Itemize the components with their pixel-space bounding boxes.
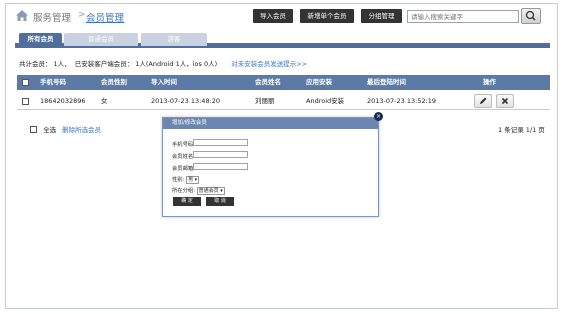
group-label: 所在分组: bbox=[172, 188, 195, 194]
column-header: 导入时间 bbox=[151, 78, 177, 86]
select-all-label[interactable]: 全选 bbox=[43, 126, 56, 134]
cell-name: 刘丽丽 bbox=[255, 97, 275, 105]
installed-value: 1人(Android 1人，ios 0人) bbox=[135, 60, 218, 68]
select-all-header-checkbox[interactable] bbox=[22, 79, 29, 86]
close-icon: × bbox=[375, 113, 382, 120]
column-header: 最后登陆时间 bbox=[367, 78, 406, 86]
search-icon bbox=[525, 10, 536, 21]
select-all-checkbox[interactable] bbox=[30, 126, 37, 133]
gender-row: 性别: 男 ▾ bbox=[172, 175, 200, 184]
column-header: 会员性别 bbox=[101, 78, 127, 86]
member-summary: 共计会员： 1人， 已安装客户端会员： 1人(Android 1人，ios 0人) … bbox=[19, 58, 309, 68]
group-select[interactable]: 普通会员 ▾ bbox=[196, 187, 225, 195]
search-button[interactable] bbox=[521, 8, 541, 24]
group-row: 所在分组: 普通会员 ▾ bbox=[172, 186, 225, 195]
gender-label: 性别: bbox=[172, 177, 185, 183]
breadcrumb-root[interactable]: 服务管理 bbox=[33, 10, 71, 24]
name-field[interactable] bbox=[193, 151, 248, 158]
table-row: 18642032896 女 2013-07-23 13:48:20 刘丽丽 An… bbox=[17, 92, 550, 110]
phone-label: 手机号码: bbox=[172, 142, 195, 148]
search-input[interactable] bbox=[407, 10, 519, 23]
total-label: 共计会员： bbox=[19, 60, 52, 68]
email-field[interactable] bbox=[193, 163, 248, 170]
total-value: 1人， bbox=[53, 60, 71, 68]
import-members-button[interactable]: 导入会员 bbox=[253, 9, 293, 23]
tab-guests[interactable]: 游客 bbox=[141, 33, 207, 46]
pagination-info: 1 条记录 1/1 页 bbox=[498, 126, 545, 134]
breadcrumb-current[interactable]: 会员管理 bbox=[86, 10, 124, 24]
column-header: 操作 bbox=[483, 78, 496, 86]
send-reminder-link[interactable]: 对未安装会员发送提示>> bbox=[231, 60, 307, 68]
cancel-button[interactable]: 取 消 bbox=[206, 197, 234, 206]
table-footer-actions: 全选 删除所选会员 bbox=[30, 124, 101, 134]
tab-all-members[interactable]: 所有会员 bbox=[19, 33, 62, 46]
gender-value: 男 bbox=[188, 177, 194, 183]
breadcrumb-separator: > bbox=[78, 10, 86, 20]
group-value: 普通会员 bbox=[198, 188, 219, 194]
column-header: 会员姓名 bbox=[255, 78, 281, 86]
cell-phone: 18642032896 bbox=[40, 97, 86, 105]
delete-button[interactable] bbox=[496, 94, 514, 108]
close-icon bbox=[501, 97, 509, 105]
edit-button[interactable] bbox=[474, 94, 492, 108]
name-label: 会员姓名: bbox=[172, 154, 195, 160]
cell-import-time: 2013-07-23 13:48:20 bbox=[151, 97, 221, 105]
gender-select[interactable]: 男 ▾ bbox=[186, 176, 200, 184]
delete-selected-link[interactable]: 删除所选会员 bbox=[62, 126, 101, 134]
row-checkbox[interactable] bbox=[22, 98, 29, 105]
installed-label: 已安装客户端会员： bbox=[74, 60, 134, 68]
column-header: 应用安装 bbox=[306, 78, 332, 86]
dialog-close-button[interactable]: × bbox=[374, 112, 383, 121]
cell-last-login: 2013-07-23 13:52:19 bbox=[367, 97, 437, 105]
table-header: 手机号码 会员性别 导入时间 会员姓名 应用安装 最后登陆时间 操作 bbox=[17, 75, 550, 90]
confirm-button[interactable]: 确 定 bbox=[173, 197, 201, 206]
tab-bar: 所有会员 普通会员 游客 bbox=[15, 33, 550, 48]
member-edit-dialog: 增加/修改会员 × 手机号码: 会员姓名: 会员邮箱: 性别: 男 ▾ 所在分组… bbox=[162, 112, 383, 217]
home-icon[interactable] bbox=[15, 9, 29, 22]
pencil-icon bbox=[480, 97, 487, 104]
group-manage-button[interactable]: 分组管理 bbox=[361, 9, 402, 23]
dialog-title: 增加/修改会员 bbox=[163, 118, 378, 129]
column-header: 手机号码 bbox=[40, 78, 66, 86]
cell-gender: 女 bbox=[101, 97, 108, 105]
cell-install: Android安装 bbox=[306, 97, 345, 105]
add-member-button[interactable]: 新增单个会员 bbox=[300, 9, 354, 23]
phone-field[interactable] bbox=[193, 139, 248, 146]
tab-regular-members[interactable]: 普通会员 bbox=[64, 33, 138, 46]
email-label: 会员邮箱: bbox=[172, 166, 195, 172]
